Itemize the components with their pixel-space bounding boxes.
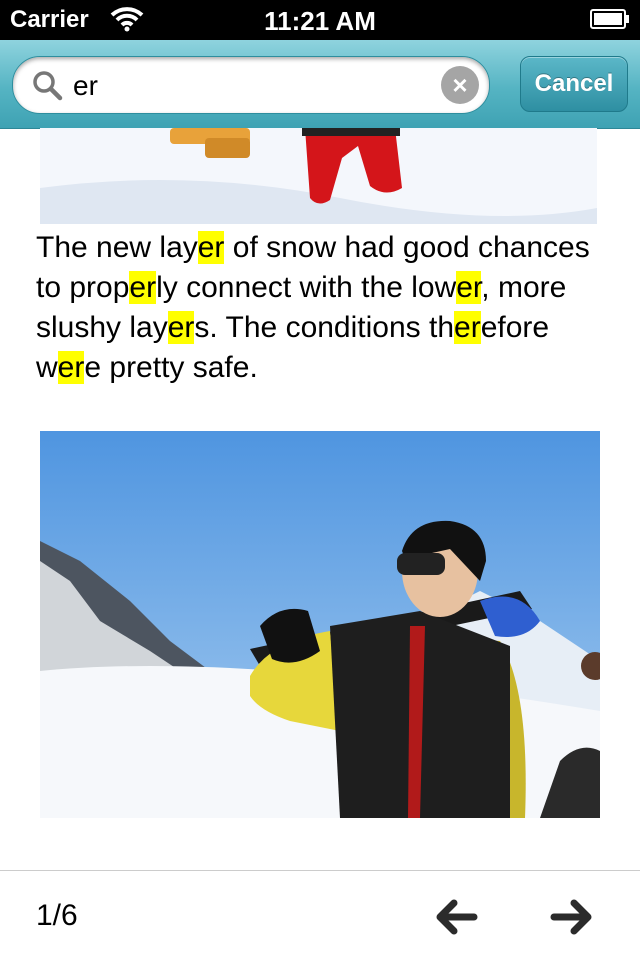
search-input[interactable] bbox=[71, 65, 435, 107]
arrow-left-icon[interactable] bbox=[434, 897, 478, 937]
search-field[interactable]: × bbox=[12, 56, 490, 114]
article-content[interactable]: The new layer of snow had good chances t… bbox=[0, 128, 640, 870]
paragraph-text: e pretty safe. bbox=[84, 351, 258, 384]
battery-icon bbox=[590, 9, 629, 29]
search-bar: × Cancel bbox=[0, 40, 640, 129]
search-match-highlight: er bbox=[456, 271, 482, 304]
bottom-toolbar: 1/6 bbox=[0, 870, 640, 961]
snow-photo-top bbox=[40, 128, 597, 224]
search-match-highlight: er bbox=[454, 311, 481, 344]
article-paragraph: The new layer of snow had good chances t… bbox=[36, 228, 616, 388]
cancel-button[interactable]: Cancel bbox=[520, 56, 628, 112]
search-match-highlight: er bbox=[167, 311, 195, 344]
paragraph-text: s. The conditions th bbox=[194, 311, 455, 344]
arrow-right-icon[interactable] bbox=[550, 897, 594, 937]
search-icon bbox=[33, 71, 63, 101]
paragraph-text: ly connect with the low bbox=[156, 271, 457, 304]
status-bar: Carrier 11:21 AM bbox=[0, 0, 640, 40]
clear-search-icon[interactable]: × bbox=[441, 66, 479, 104]
page-counter: 1/6 bbox=[36, 899, 78, 932]
search-match-highlight: er bbox=[129, 271, 157, 304]
status-time: 11:21 AM bbox=[264, 6, 376, 36]
search-match-highlight: er bbox=[57, 351, 85, 384]
paragraph-text: The new lay bbox=[36, 231, 198, 264]
skier-photo bbox=[40, 431, 600, 818]
search-match-highlight: er bbox=[197, 231, 225, 264]
